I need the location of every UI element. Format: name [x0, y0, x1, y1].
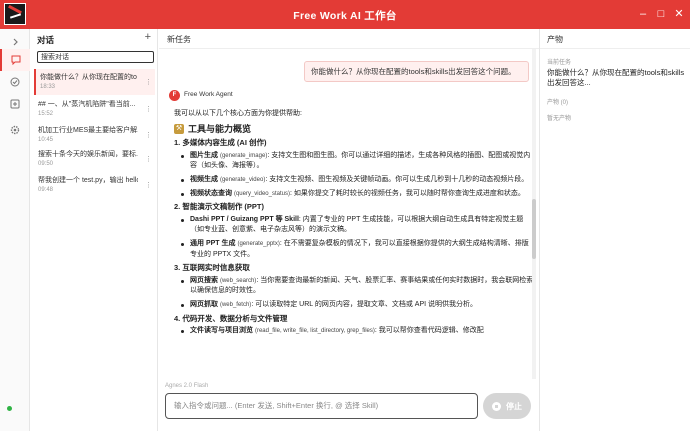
- item-name: 视频状态查询: [190, 189, 232, 197]
- item-text: : 如果你提交了耗时较长的视频任务，我可以随时帮你查询生成进度和状态。: [289, 189, 525, 197]
- divider: [540, 48, 690, 49]
- item-code: (generate_video): [219, 176, 266, 183]
- list-item: 文件读写与项目浏览 (read_file, write_file, list_d…: [181, 326, 534, 337]
- conversation-item[interactable]: ## 一、从"蒸汽机陷阱"看当前... 15:52 ⋮: [34, 96, 155, 122]
- subsection-heading: 2. 智能演示文稿制作 (PPT): [174, 202, 265, 212]
- list-item: 视频生成 (generate_video): 支持文生视频、图生视频及关键帧动画…: [181, 175, 534, 186]
- item-code: (web_search): [219, 277, 257, 284]
- artifacts-title: 产物: [547, 35, 563, 44]
- model-label: Agnes 2.0 Flash: [165, 383, 209, 389]
- list-item: 通用 PPT 生成 (generate_pptx): 在不需要复杂模板的情况下，…: [181, 239, 534, 260]
- stop-button[interactable]: 停止: [483, 393, 531, 419]
- item-name: Dashi PPT / Guizang PPT 等 Skill: [190, 215, 299, 223]
- divider: [159, 48, 539, 49]
- conversation-item[interactable]: 搜索十条今天的娱乐新闻，要标... 09:50 ⋮: [34, 146, 155, 172]
- plugin-icon[interactable]: [0, 93, 30, 115]
- item-name: 文件读写与项目浏览: [190, 327, 253, 335]
- prompt-input[interactable]: 输入指令或问题... (Enter 发送, Shift+Enter 换行, @ …: [165, 393, 478, 419]
- current-task-text: 你能做什么？从你现在配置的tools和skills出发回答这...: [547, 68, 685, 87]
- item-text: : 可以读取特定 URL 的网页内容，提取文章、文档或 API 说明供我分析。: [251, 300, 478, 308]
- heading-text: 工具与能力概览: [188, 123, 252, 134]
- toolbox-icon: ⚒: [174, 123, 184, 134]
- search-input[interactable]: [37, 51, 154, 63]
- intro-text: 我可以从以下几个核心方面为你提供帮助:: [174, 110, 302, 117]
- item-name: 通用 PPT 生成: [190, 239, 236, 247]
- stop-label: 停止: [506, 401, 522, 411]
- conversation-time: 18:33: [40, 84, 56, 90]
- subsection-heading: 4. 代码开发、数据分析与文件管理: [174, 313, 288, 323]
- conversation-item[interactable]: 你能做什么？从你现在配置的to 18:33 ⋮: [34, 69, 155, 95]
- item-code: (generate_image): [219, 152, 268, 159]
- more-icon[interactable]: ⋮: [145, 181, 152, 189]
- item-name: 视频生成: [190, 175, 218, 183]
- page-title: 新任务: [167, 35, 191, 44]
- item-name: 网页抓取: [190, 300, 218, 308]
- current-task-label: 当前任务: [547, 60, 572, 66]
- more-icon[interactable]: ⋮: [145, 155, 152, 163]
- conversation-title: 帮我创建一个 test.py，输出 hello: [38, 177, 138, 184]
- conversation-time: 10:45: [38, 137, 54, 143]
- stop-icon: [492, 401, 501, 411]
- item-code: (generate_pptx): [237, 240, 280, 247]
- conversation-title: 你能做什么？从你现在配置的to: [40, 74, 137, 81]
- close-icon[interactable]: ✕: [672, 7, 686, 21]
- more-icon[interactable]: ⋮: [145, 78, 152, 86]
- conversation-title: 搜索十条今天的娱乐新闻，要标...: [38, 151, 138, 158]
- gear-icon[interactable]: [0, 119, 30, 141]
- conversation-item[interactable]: 帮我创建一个 test.py，输出 hello 09:48 ⋮: [34, 172, 155, 198]
- list-item: 网页搜索 (web_search): 当你需要查询最新的新闻、天气、股票汇率、赛…: [181, 276, 534, 297]
- conversation-title: ## 一、从"蒸汽机陷阱"看当前...: [38, 101, 136, 108]
- list-item: 图片生成 (generate_image): 支持文生图和图生图。你可以通过详细…: [181, 151, 534, 172]
- artifacts-panel: 产物 当前任务 你能做什么？从你现在配置的tools和skills出发回答这..…: [539, 29, 690, 431]
- conversation-time: 09:50: [38, 161, 54, 167]
- window-title: Free Work AI 工作台: [293, 10, 397, 22]
- item-code: (query_video_status): [233, 190, 290, 197]
- agent-avatar: F: [169, 90, 180, 101]
- list-item: Dashi PPT / Guizang PPT 等 Skill: 内置了专业的 …: [181, 215, 534, 236]
- more-icon[interactable]: ⋮: [145, 105, 152, 113]
- conversation-title: 机加工行业MES最主要给客户解...: [38, 127, 138, 134]
- list-item: 网页抓取 (web_fetch): 可以读取特定 URL 的网页内容，提取文章、…: [181, 300, 534, 311]
- chat-scrollbar[interactable]: [532, 49, 536, 379]
- item-text: : 支持文生视频、图生视频及关键帧动画。你可以生成几秒到十几秒的动态视频片段。: [265, 175, 529, 183]
- conversation-sidebar: 对话 + 你能做什么？从你现在配置的to 18:33 ⋮ ## 一、从"蒸汽机陷…: [30, 29, 158, 431]
- status-dot-icon: [7, 406, 12, 411]
- title-bar: Free Work AI 工作台 – □ ✕: [0, 0, 690, 29]
- conversation-time: 09:48: [38, 187, 54, 193]
- chat-panel: 新任务 你能做什么？从你现在配置的tools和skills出发回答这个问题。 F…: [159, 29, 539, 431]
- item-name: 图片生成: [190, 151, 218, 159]
- check-circle-icon[interactable]: [0, 71, 30, 93]
- agent-message: 我可以从以下几个核心方面为你提供帮助: ⚒ 工具与能力概览 1. 多媒体内容生成 …: [174, 109, 534, 340]
- artifacts-count: 产物 (0): [547, 100, 569, 106]
- composer: Agnes 2.0 Flash 输入指令或问题... (Enter 发送, Sh…: [159, 381, 539, 431]
- agent-name: Free Work Agent: [184, 91, 233, 98]
- add-conversation-button[interactable]: +: [145, 31, 151, 43]
- user-message: 你能做什么？从你现在配置的tools和skills出发回答这个问题。: [304, 61, 529, 82]
- empty-state: 暂无产物: [547, 116, 572, 122]
- chat-icon[interactable]: [0, 49, 30, 71]
- item-code: (read_file, write_file, list_directory, …: [254, 328, 375, 335]
- conversation-item[interactable]: 机加工行业MES最主要给客户解... 10:45 ⋮: [34, 122, 155, 148]
- subsection-heading: 1. 多媒体内容生成 (AI 创作): [174, 138, 267, 148]
- more-icon[interactable]: ⋮: [145, 131, 152, 139]
- minimize-icon[interactable]: –: [636, 7, 650, 21]
- item-text: : 我可以帮你查看代码逻辑、修改配: [374, 327, 484, 335]
- item-name: 网页搜索: [190, 276, 218, 284]
- item-code: (web_fetch): [219, 301, 252, 308]
- nav-rail: [0, 29, 30, 431]
- list-item: 视频状态查询 (query_video_status): 如果你提交了耗时较长的…: [181, 189, 534, 200]
- conversation-time: 15:52: [38, 111, 54, 117]
- section-heading: ⚒ 工具与能力概览: [174, 124, 534, 135]
- scroll-thumb[interactable]: [532, 199, 536, 259]
- subsection-heading: 3. 互联网实时信息获取: [174, 263, 250, 273]
- sidebar-heading: 对话: [37, 35, 55, 45]
- maximize-icon[interactable]: □: [654, 7, 668, 21]
